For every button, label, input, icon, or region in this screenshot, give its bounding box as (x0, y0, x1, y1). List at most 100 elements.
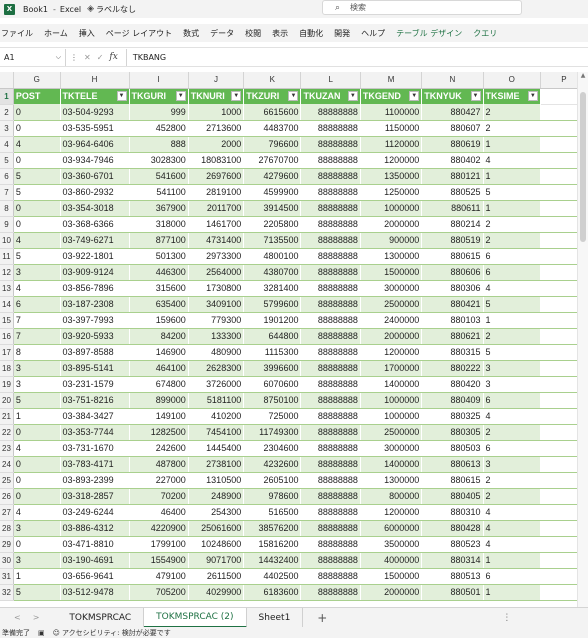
table-cell[interactable]: 5799600 (243, 296, 302, 313)
table-cell[interactable]: 25061600 (188, 520, 245, 537)
row-number[interactable]: 32 (0, 584, 14, 601)
table-cell[interactable]: 03-893-2399 (60, 472, 130, 489)
table-cell[interactable]: 03-751-8216 (60, 392, 130, 409)
search-box[interactable]: ⌕ 検索 (322, 0, 522, 15)
table-cell[interactable]: 3409100 (188, 296, 245, 313)
column-letter[interactable]: I (129, 72, 189, 89)
table-cell[interactable]: 2 (483, 472, 541, 489)
table-cell[interactable]: 880405 (421, 488, 484, 505)
formula-input[interactable]: TKBANG (125, 48, 588, 66)
table-cell[interactable]: 501300 (129, 248, 189, 265)
table-cell[interactable]: 674800 (129, 376, 189, 393)
table-cell[interactable]: 03-895-5141 (60, 360, 130, 377)
table-cell[interactable]: 5 (13, 392, 61, 409)
table-cell[interactable]: 880503 (421, 440, 484, 457)
table-cell[interactable]: 6 (483, 392, 541, 409)
table-cell[interactable]: 88888888 (300, 488, 361, 505)
table-cell[interactable]: 4 (13, 280, 61, 297)
table-cell[interactable]: 1 (483, 200, 541, 217)
table-cell[interactable]: 3996600 (243, 360, 302, 377)
table-cell[interactable]: 2000 (188, 136, 245, 153)
row-number[interactable]: 30 (0, 552, 14, 569)
table-cell[interactable]: 2973300 (188, 248, 245, 265)
table-cell[interactable]: 4 (483, 504, 541, 521)
table-cell[interactable]: 03-535-5951 (60, 120, 130, 137)
table-cell[interactable]: 03-318-2857 (60, 488, 130, 505)
table-cell[interactable]: 4 (13, 232, 61, 249)
table-cell[interactable]: 541600 (129, 168, 189, 185)
vertical-scrollbar[interactable]: ▲ (577, 72, 588, 607)
table-cell[interactable]: 880428 (421, 520, 484, 537)
table-cell[interactable]: 2304600 (243, 440, 302, 457)
row-number[interactable]: 20 (0, 392, 14, 409)
row-number[interactable]: 31 (0, 568, 14, 585)
table-cell[interactable]: 88888888 (300, 520, 361, 537)
header-cell[interactable]: TKTELE ▼ (60, 88, 130, 104)
table-cell[interactable]: 1000000 (360, 392, 423, 409)
table-cell[interactable]: 1000000 (360, 408, 423, 425)
sensitivity-label[interactable]: ラベルなし (96, 4, 136, 15)
row-number[interactable]: 27 (0, 504, 14, 521)
table-cell[interactable]: 3 (483, 376, 541, 393)
table-cell[interactable]: 03-909-9124 (60, 264, 130, 281)
column-letter[interactable]: L (300, 72, 361, 89)
chevron-down-icon[interactable]: ⌵ (56, 53, 61, 62)
accessibility-status[interactable]: アクセシビリティ: 検討が必要です (62, 628, 171, 638)
table-cell[interactable]: 03-886-4312 (60, 520, 130, 537)
menu-item[interactable]: 表示 (272, 28, 288, 39)
table-cell[interactable]: 3 (13, 520, 61, 537)
table-cell[interactable]: 800000 (360, 488, 423, 505)
table-cell[interactable]: 03-856-7896 (60, 280, 130, 297)
table-cell[interactable]: 1300000 (360, 472, 423, 489)
table-cell[interactable]: 888 (129, 136, 189, 153)
row-number[interactable]: 16 (0, 328, 14, 345)
table-cell[interactable]: 4 (13, 136, 61, 153)
table-cell[interactable]: 1500000 (360, 568, 423, 585)
table-cell[interactable]: 1000000 (360, 200, 423, 217)
row-number[interactable]: 10 (0, 232, 14, 249)
row-number[interactable]: 15 (0, 312, 14, 329)
table-cell[interactable]: 4 (483, 408, 541, 425)
table-cell[interactable]: 88888888 (300, 408, 361, 425)
table-cell[interactable]: 2 (483, 328, 541, 345)
table-cell[interactable]: 10248600 (188, 536, 245, 553)
table-cell[interactable]: 880420 (421, 376, 484, 393)
table-cell[interactable]: 88888888 (300, 568, 361, 585)
table-cell[interactable]: 1554900 (129, 552, 189, 569)
table-cell[interactable]: 9071700 (188, 552, 245, 569)
table-cell[interactable]: 2564000 (188, 264, 245, 281)
table-cell[interactable]: 88888888 (300, 264, 361, 281)
table-cell[interactable]: 3281400 (243, 280, 302, 297)
table-cell[interactable]: 446300 (129, 264, 189, 281)
menu-item[interactable]: 校閲 (245, 28, 261, 39)
header-cell[interactable]: TKGURI ▼ (129, 88, 189, 104)
table-cell[interactable]: 1120000 (360, 136, 423, 153)
table-cell[interactable]: 88888888 (300, 440, 361, 457)
table-cell[interactable]: 978600 (243, 488, 302, 505)
table-cell[interactable]: 5 (483, 184, 541, 201)
table-cell[interactable]: 88888888 (300, 536, 361, 553)
table-cell[interactable]: 1200000 (360, 344, 423, 361)
table-cell[interactable]: 880607 (421, 120, 484, 137)
table-cell[interactable]: 1901200 (243, 312, 302, 329)
table-cell[interactable]: 4 (483, 520, 541, 537)
table-cell[interactable]: 03-964-6406 (60, 136, 130, 153)
table-cell[interactable]: 7 (13, 328, 61, 345)
table-cell[interactable]: 03-368-6366 (60, 216, 130, 233)
table-cell[interactable]: 88888888 (300, 424, 361, 441)
table-cell[interactable]: 18083100 (188, 152, 245, 169)
menu-item[interactable]: ファイル (1, 28, 33, 39)
table-cell[interactable]: 0 (13, 152, 61, 169)
table-cell[interactable]: 88888888 (300, 200, 361, 217)
table-cell[interactable]: 0 (13, 456, 61, 473)
table-cell[interactable]: 2000000 (360, 328, 423, 345)
row-number[interactable]: 26 (0, 488, 14, 505)
menu-item[interactable]: ホーム (44, 28, 68, 39)
table-cell[interactable]: 2605100 (243, 472, 302, 489)
table-cell[interactable]: 6 (483, 248, 541, 265)
table-cell[interactable]: 3 (13, 376, 61, 393)
table-cell[interactable]: 318000 (129, 216, 189, 233)
table-cell[interactable]: 88888888 (300, 280, 361, 297)
table-cell[interactable]: 4220900 (129, 520, 189, 537)
table-cell[interactable]: 0 (13, 104, 61, 121)
